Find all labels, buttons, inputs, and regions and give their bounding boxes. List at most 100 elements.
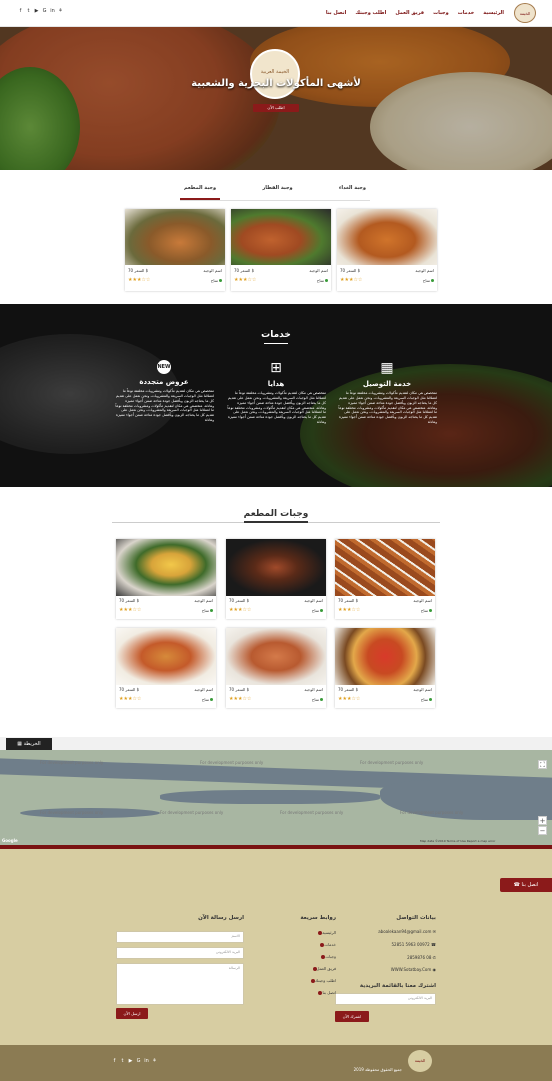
send-message-button[interactable]: ارسل الآن bbox=[116, 1008, 148, 1019]
message-textarea[interactable]: الرسالة bbox=[116, 963, 244, 1005]
twitter-icon[interactable]: t bbox=[120, 1058, 125, 1064]
meal-image bbox=[226, 539, 326, 596]
meal-name: اسم الوجبة bbox=[304, 687, 323, 692]
availability-label: متاح bbox=[201, 697, 209, 702]
tab-restaurant[interactable]: وجبة المطعم bbox=[180, 185, 221, 200]
footer-link-meals[interactable]: وجبات bbox=[319, 954, 336, 959]
map-watermark: For development purposes only bbox=[160, 810, 224, 815]
meal-card[interactable]: اسم الوجبة السعر 70 $ متاح ★★★☆☆ bbox=[226, 539, 326, 619]
zoom-in-button[interactable]: + bbox=[538, 816, 547, 825]
footer-link-contact[interactable]: اتصل بنا bbox=[316, 990, 336, 995]
footer-link-home[interactable]: الرئيسية bbox=[316, 930, 336, 935]
phone-text: 00972 5963 52851 bbox=[391, 942, 430, 947]
nav-contact[interactable]: اتصل بنا bbox=[326, 10, 347, 16]
nav-team[interactable]: فريق العمل bbox=[395, 10, 424, 16]
linkedin-icon[interactable]: in bbox=[50, 8, 55, 14]
meal-card[interactable]: اسم الوجبة السعر 70 $ متاح ★★★☆☆ bbox=[335, 628, 435, 708]
rating-stars-icon: ★★★☆☆ bbox=[338, 607, 361, 613]
gift-icon: ⊞ bbox=[270, 360, 282, 376]
map-watermark: For development purposes only bbox=[40, 760, 104, 765]
contact-email[interactable]: ✉ aboalekaan94@gmail.com bbox=[378, 929, 436, 934]
rss-icon[interactable]: ⚘ bbox=[152, 1058, 157, 1064]
site-logo[interactable]: الخيمة bbox=[514, 3, 536, 23]
meal-name: اسم الوجبة bbox=[203, 268, 222, 273]
meal-image bbox=[335, 628, 435, 685]
meal-availability: متاح bbox=[421, 697, 432, 702]
contact-info-title: بيانات التواصل bbox=[396, 915, 436, 921]
meal-card[interactable]: اسم الوجبة السعر 70 $ متاح ★★★☆☆ bbox=[226, 628, 326, 708]
subscribe-button[interactable]: اشترك الآن bbox=[335, 1011, 369, 1022]
order-now-button[interactable]: اطلب الآن bbox=[253, 104, 299, 112]
fax-text: 08 2859876 bbox=[407, 955, 432, 960]
contact-website[interactable]: ◉ WWW.Sotatbay.Com bbox=[391, 967, 436, 972]
rating-stars-icon: ★★★☆☆ bbox=[128, 277, 151, 283]
availability-label: متاح bbox=[420, 608, 428, 613]
meal-card[interactable]: اسم الوجبة السعر 70 $ متاح ★★★☆☆ bbox=[335, 539, 435, 619]
map-watermark: For development purposes only bbox=[360, 760, 424, 765]
main-nav: الرئيسية خدمات وجبات فريق العمل اطلب وجب… bbox=[326, 10, 504, 16]
availability-label: متاح bbox=[420, 697, 428, 702]
meal-price: السعر 70 $ bbox=[229, 687, 250, 692]
google-plus-icon[interactable]: G bbox=[136, 1058, 141, 1064]
google-map[interactable]: For development purposes only For develo… bbox=[0, 750, 552, 845]
meal-image bbox=[335, 539, 435, 596]
twitter-icon[interactable]: t bbox=[26, 8, 31, 14]
meal-card[interactable]: اسم الوجبة السعر 70 $ متاح ★★★☆☆ bbox=[125, 209, 225, 291]
footer-link-order[interactable]: اطلب وجبتك bbox=[309, 978, 336, 983]
name-input[interactable]: الاسم bbox=[116, 931, 244, 943]
contact-us-button[interactable]: ☎ اتصل بنا bbox=[500, 878, 552, 892]
link-label: اطلب وجبتك bbox=[314, 978, 336, 983]
rating-stars-icon: ★★★☆☆ bbox=[119, 607, 142, 613]
rss-icon[interactable]: ⚘ bbox=[58, 8, 63, 14]
fullscreen-icon[interactable]: ⛶ bbox=[538, 760, 547, 769]
hero-logo-text: الخيمة العربية bbox=[260, 69, 290, 75]
bottom-bar bbox=[0, 1045, 552, 1081]
meal-name: اسم الوجبة bbox=[309, 268, 328, 273]
meal-card[interactable]: اسم الوجبة السعر 70 $ متاح ★★★☆☆ bbox=[116, 628, 216, 708]
hero-title: لأشهى المأكولات البحرية والشعبية bbox=[191, 78, 361, 89]
google-plus-icon[interactable]: G bbox=[42, 8, 47, 14]
service-description: متخصص هي مكان لتقديم مأكولات ومشروبات مخ… bbox=[115, 389, 214, 423]
service-title: خدمة التوصيل bbox=[362, 380, 412, 388]
linkedin-icon[interactable]: in bbox=[144, 1058, 149, 1064]
link-label: الرئيسية bbox=[322, 930, 336, 935]
hero-logo: الخيمة العربية bbox=[250, 49, 300, 99]
facebook-icon[interactable]: f bbox=[112, 1058, 117, 1064]
rating-stars-icon: ★★★☆☆ bbox=[340, 277, 363, 283]
nav-meals[interactable]: وجبات bbox=[433, 10, 449, 16]
availability-label: متاح bbox=[316, 278, 324, 283]
available-dot-icon bbox=[210, 609, 213, 612]
youtube-icon[interactable]: ▶ bbox=[34, 8, 39, 14]
zoom-out-button[interactable]: − bbox=[538, 826, 547, 835]
meal-card[interactable]: اسم الوجبة السعر 70 $ متاح ★★★☆☆ bbox=[337, 209, 437, 291]
map-attribution[interactable]: Map data ©2019 Terms of Use Report a map… bbox=[420, 839, 495, 843]
nav-order[interactable]: اطلب وجبتك bbox=[355, 10, 386, 16]
footer-link-team[interactable]: فريق العمل bbox=[311, 966, 336, 971]
meal-price: السعر 70 $ bbox=[234, 268, 255, 273]
link-label: وجبات bbox=[325, 954, 336, 959]
available-dot-icon bbox=[219, 279, 222, 282]
youtube-icon[interactable]: ▶ bbox=[128, 1058, 133, 1064]
nav-home[interactable]: الرئيسية bbox=[483, 10, 504, 16]
service-gifts: ⊞ هدايا متخصص هي مكان لتقديم مأكولات ومش… bbox=[226, 360, 326, 425]
available-dot-icon bbox=[431, 279, 434, 282]
newsletter-email-input[interactable]: البريد الالكتروني bbox=[335, 993, 436, 1005]
available-dot-icon bbox=[429, 609, 432, 612]
meal-card[interactable]: اسم الوجبة السعر 70 $ متاح ★★★☆☆ bbox=[116, 539, 216, 619]
footer-link-services[interactable]: خدمات bbox=[318, 942, 336, 947]
meal-card[interactable]: اسم الوجبة السعر 70 $ متاح ★★★☆☆ bbox=[231, 209, 331, 291]
tab-lunch[interactable]: وجبة الغداء bbox=[335, 185, 370, 200]
email-input[interactable]: البريد الالكتروني bbox=[116, 947, 244, 959]
nav-services[interactable]: خدمات bbox=[458, 10, 475, 16]
tab-breakfast[interactable]: وجبة الفطار bbox=[258, 185, 296, 200]
map-tab[interactable]: ▦ الخريطة bbox=[6, 738, 52, 750]
facebook-icon[interactable]: f bbox=[18, 8, 23, 14]
meal-availability: متاح bbox=[202, 608, 213, 613]
map-watermark: For development purposes only bbox=[280, 810, 344, 815]
logo-text: الخيمة bbox=[519, 11, 531, 16]
meal-price: السعر 70 $ bbox=[340, 268, 361, 273]
meal-image bbox=[125, 209, 225, 265]
email-text: aboalekaan94@gmail.com bbox=[378, 929, 432, 934]
available-dot-icon bbox=[429, 698, 432, 701]
quick-links-title: روابط سريعة bbox=[300, 915, 336, 921]
